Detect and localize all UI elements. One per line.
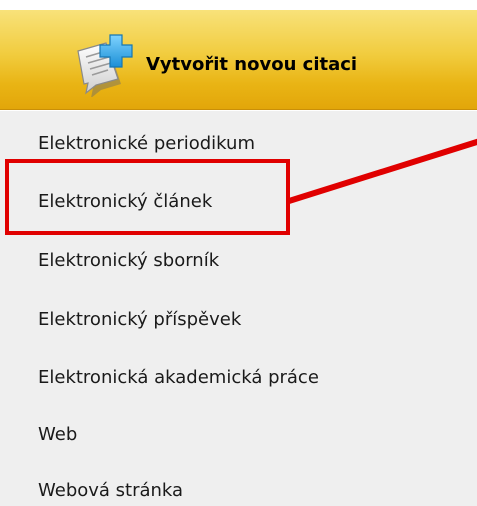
menu-item-electronic-contribution[interactable]: Elektronický příspěvek (38, 309, 241, 330)
menu-item-electronic-thesis[interactable]: Elektronická akademická práce (38, 367, 319, 388)
menu-item-electronic-periodical[interactable]: Elektronické periodikum (38, 133, 255, 154)
citation-type-sidebar: Elektronické periodikum Elektronický člá… (0, 111, 477, 506)
document-plus-icon (77, 34, 133, 97)
create-citation-label: Vytvořit novou citaci (146, 53, 358, 75)
menu-item-web[interactable]: Web (38, 424, 77, 445)
header-bar: Vytvořit novou citaci (0, 10, 477, 110)
citation-menu-page: Vytvořit novou citaci Elektronické perio… (0, 0, 477, 506)
menu-item-electronic-article[interactable]: Elektronický článek (38, 191, 212, 212)
create-citation-button[interactable]: Vytvořit novou citaci (72, 34, 358, 97)
menu-item-web-page[interactable]: Webová stránka (38, 480, 183, 501)
menu-item-electronic-proceedings[interactable]: Elektronický sborník (38, 250, 219, 271)
